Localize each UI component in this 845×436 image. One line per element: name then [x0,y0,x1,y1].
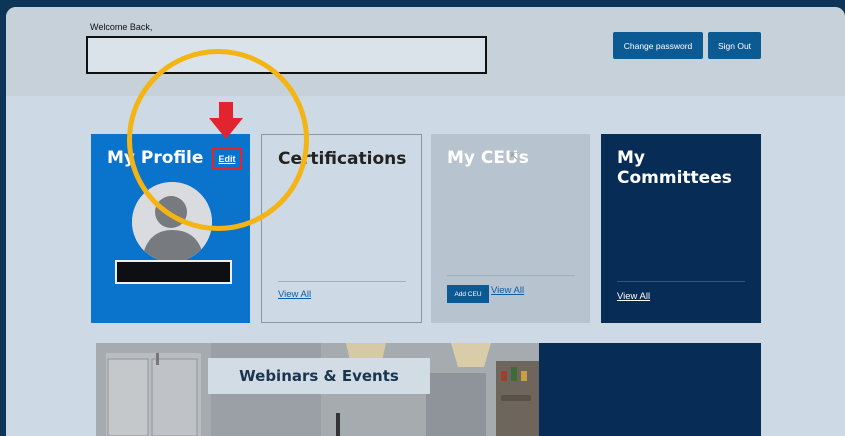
header: Welcome Back, Change password Sign Out [6,7,845,96]
divider [447,275,575,276]
down-arrow-icon [209,102,243,139]
ceus-view-all-link[interactable]: View All [491,285,524,296]
certifications-view-all-link[interactable]: View All [278,289,311,300]
profile-card-title: My Profile [107,148,204,168]
certifications-card: Certifications View All [261,134,422,323]
divider [278,281,406,282]
divider [617,281,745,282]
webinars-banner-label: Webinars & Events [208,358,430,394]
user-name-redacted [86,36,487,74]
app-window: Welcome Back, Change password Sign Out M… [6,7,845,436]
add-ceu-button[interactable]: Add CEU [447,285,489,303]
change-password-button[interactable]: Change password [613,32,703,59]
welcome-text: Welcome Back, [90,22,153,32]
committees-card-title: My Committees [617,148,732,188]
sign-out-button[interactable]: Sign Out [708,32,761,59]
committees-view-all-link[interactable]: View All [617,291,650,302]
profile-name-redacted [115,260,232,284]
profile-edit-link[interactable]: Edit [212,148,242,170]
webinars-banner[interactable]: Webinars & Events [96,343,761,436]
certifications-card-title: Certifications [278,149,407,169]
avatar-placeholder-icon [132,182,212,262]
cursor-icon: ⇱ [509,151,519,163]
profile-card: My Profile Edit [91,134,250,323]
committees-card: My Committees View All [601,134,761,323]
